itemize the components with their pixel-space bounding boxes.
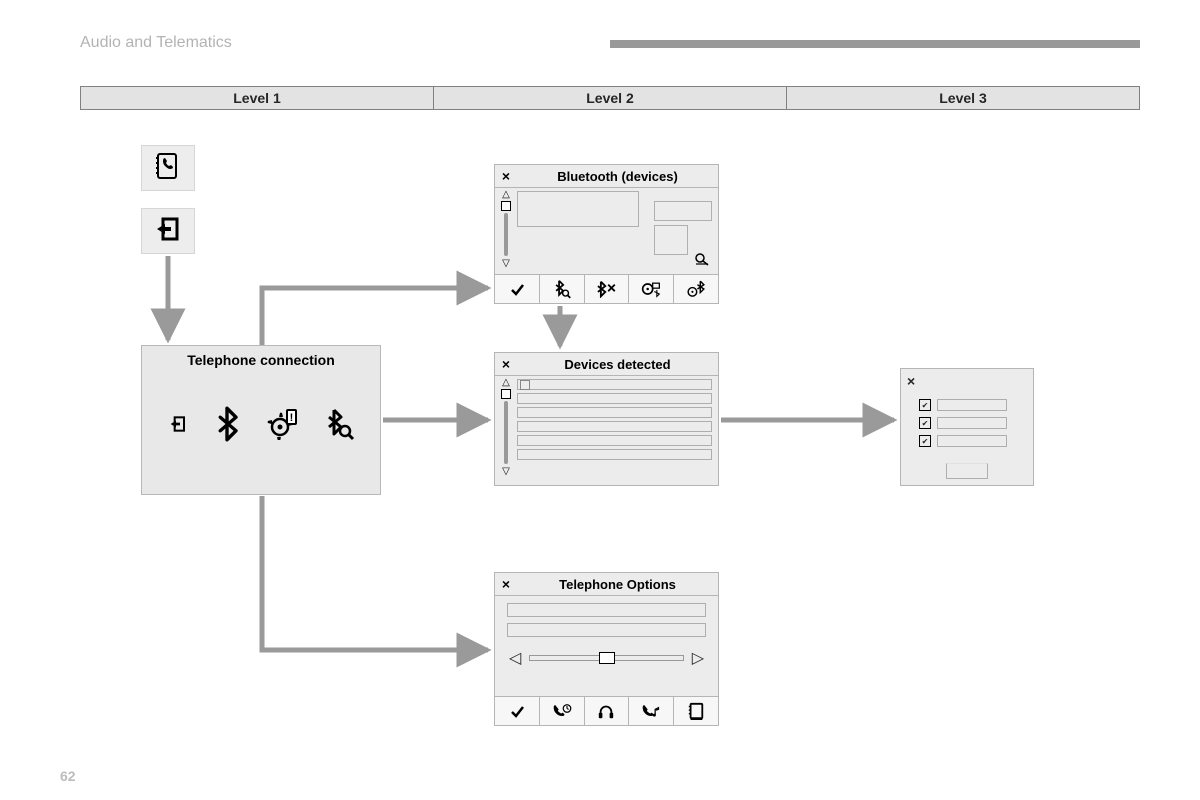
level3-checklist-panel: × ✔ ✔ ✔ [900,368,1034,486]
svg-text:!: ! [289,412,293,424]
media-bluetooth-icon [629,275,674,303]
checklist-label [937,417,1007,429]
telephone-connection-title: Telephone connection [142,352,380,368]
down-arrow-icon: ▽ [502,466,510,477]
slider-track [529,655,683,661]
list-item [517,407,712,418]
device-main-box [517,191,639,227]
panel-footer-box [946,463,988,479]
check-icon [495,275,540,303]
scroll-thumb [501,201,511,211]
phone-book-tile [141,145,195,191]
level-header: Level 1 Level 2 Level 3 [80,86,1140,110]
slider-handle [599,652,615,664]
list-item [517,393,712,404]
checklist-item: ✔ [919,399,1007,411]
telephone-options-panel: × Telephone Options ◁ ▷ [494,572,719,726]
telephone-options-title: Telephone Options [517,577,718,592]
list-item [517,449,712,460]
level-3-cell: Level 3 [787,86,1140,110]
up-arrow-icon: △ [502,189,510,200]
scroll-indicator: △ ▽ [499,189,513,269]
option-bar [507,623,706,637]
scroll-thumb [501,389,511,399]
check-icon [495,697,540,725]
device-list [517,379,712,460]
close-icon: × [495,353,517,375]
up-arrow-icon: △ [502,377,510,388]
search-icon [694,252,710,271]
settings-alert-icon: ! [267,408,299,445]
bluetooth-devices-title: Bluetooth (devices) [517,169,718,184]
bluetooth-disconnect-icon [585,275,630,303]
checkbox-checked-icon: ✔ [919,399,931,411]
down-arrow-icon: ▽ [502,258,510,269]
telephone-connection-panel: Telephone connection ! [141,345,381,495]
devices-detected-title: Devices detected [517,357,718,372]
left-arrow-icon: ◁ [509,648,521,668]
ringtone-icon [629,697,674,725]
bluetooth-search-icon [324,407,354,446]
contacts-icon [674,697,718,725]
checklist-item: ✔ [919,417,1007,429]
section-title: Audio and Telematics [80,34,232,52]
phone-book-icon [153,151,183,186]
checkbox-checked-icon: ✔ [919,417,931,429]
bluetooth-devices-panel: × Bluetooth (devices) △ ▽ [494,164,719,304]
close-icon: × [907,373,915,389]
headphones-icon [585,697,630,725]
bluetooth-icon [213,406,241,447]
checklist-item: ✔ [919,435,1007,447]
level-1-cell: Level 1 [80,86,434,110]
scroll-track [504,213,508,256]
device-info-box-1 [654,201,712,221]
checklist-label [937,435,1007,447]
close-icon: × [495,165,517,187]
checklist-label [937,399,1007,411]
header-divider [610,40,1140,48]
list-item [517,435,712,446]
exit-icon [168,414,188,439]
bluetooth-settings-icon [674,275,718,303]
bluetooth-toolbar [495,274,718,303]
bluetooth-search-icon [540,275,585,303]
option-slider: ◁ ▷ [509,651,704,665]
right-arrow-icon: ▷ [692,648,704,668]
device-info-box-2 [654,225,688,255]
page-number: 62 [60,768,76,784]
exit-icon [153,214,183,249]
level-2-cell: Level 2 [434,86,787,110]
close-icon: × [495,573,517,595]
list-item [517,421,712,432]
option-bar [507,603,706,617]
exit-tile [141,208,195,254]
telephone-options-toolbar [495,696,718,725]
list-item [517,379,712,390]
checkbox-checked-icon: ✔ [919,435,931,447]
call-history-icon [540,697,585,725]
devices-detected-panel: × Devices detected △ ▽ [494,352,719,486]
scroll-indicator: △ ▽ [499,377,513,477]
option-rows [507,603,706,637]
scroll-track [504,401,508,464]
